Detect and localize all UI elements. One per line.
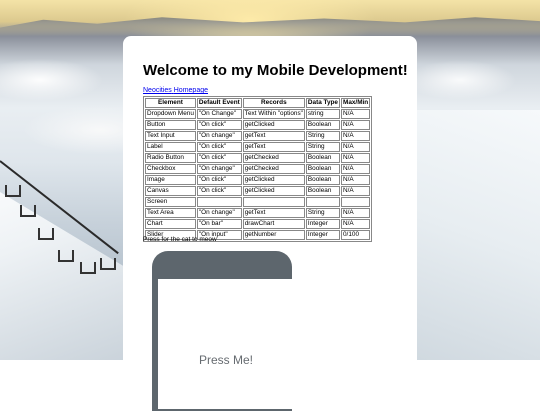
table-cell: getClicked	[242, 186, 305, 196]
table-cell: getClicked	[242, 120, 305, 130]
table-row: Label "On click" getText String N/A	[145, 142, 371, 152]
link-part-homepage[interactable]: Homepage	[174, 87, 208, 94]
table-cell: Button	[145, 120, 196, 130]
table-row: Radio Button "On click" getChecked Boolean N…	[145, 153, 371, 163]
table-cell: N/A	[341, 175, 371, 185]
table-cell: getChecked	[242, 164, 305, 174]
table-cell: Chart	[145, 219, 196, 229]
table-cell: getText	[242, 142, 305, 152]
link-part-neocities[interactable]: Neocities	[143, 87, 172, 94]
table-cell: "On change"	[196, 131, 242, 141]
ski-lift-chair	[5, 185, 21, 197]
table-cell: Boolean	[305, 164, 340, 174]
table-cell: "On Change"	[196, 109, 242, 119]
table-row: Canvas "On click" getClicked Boolean N/A	[145, 186, 371, 196]
table-cell: N/A	[341, 219, 371, 229]
table-cell: "On click"	[196, 120, 242, 130]
table-cell: N/A	[341, 131, 371, 141]
ski-lift-chair	[38, 228, 54, 240]
table-cell: N/A	[341, 164, 371, 174]
table-row: Text Input "On change" getText String N/A	[145, 131, 371, 141]
table-cell: Image	[145, 175, 196, 185]
table-row: Checkbox "On change" getChecked Boolean N/A	[145, 164, 371, 174]
table-cell: String	[305, 131, 340, 141]
table-cell: Canvas	[145, 186, 196, 196]
table-row: Image "On click" getClicked Boolean N/A	[145, 175, 371, 185]
table-cell: "On bar"	[196, 219, 242, 229]
table-cell: Boolean	[305, 186, 340, 196]
table-row: Screen	[145, 197, 371, 207]
column-header: Data Type	[305, 98, 340, 108]
table-cell: Boolean	[305, 153, 340, 163]
table-header-row: Element Default Event Records Data Type …	[145, 98, 371, 108]
table-cell: N/A	[341, 109, 371, 119]
neocities-homepage-link[interactable]: Neocities Homepage	[143, 87, 208, 94]
table-cell: String	[305, 208, 340, 218]
table-cell: "On change"	[196, 164, 242, 174]
table-row: Button "On click" getClicked Boolean N/A	[145, 120, 371, 130]
table-cell: Checkbox	[145, 164, 196, 174]
table-cell: Boolean	[305, 120, 340, 130]
table-cell: N/A	[341, 208, 371, 218]
table-cell: Text Within "options"	[242, 109, 305, 119]
table-cell: getText	[242, 208, 305, 218]
table-cell: "On change"	[196, 208, 242, 218]
table-cell	[341, 197, 371, 207]
table-cell: Screen	[145, 197, 196, 207]
cat-caption: Press for the cat to meow	[143, 236, 217, 243]
table-cell	[196, 197, 242, 207]
table-cell: Boolean	[305, 175, 340, 185]
table-row: Chart "On bar" drawChart Integer N/A	[145, 219, 371, 229]
table-cell: getClicked	[242, 175, 305, 185]
page-title: Welcome to my Mobile Development!	[143, 62, 408, 79]
table-row: Dropdown Menu "On Change" Text Within "opt…	[145, 109, 371, 119]
table-cell: N/A	[341, 186, 371, 196]
table-cell	[305, 197, 340, 207]
column-header: Default Event	[196, 98, 242, 108]
table-row: Text Area "On change" getText String N/A	[145, 208, 371, 218]
ski-lift-chair	[100, 258, 116, 270]
table-cell: N/A	[341, 142, 371, 152]
table-cell: getChecked	[242, 153, 305, 163]
ski-lift-chair	[20, 205, 36, 217]
table-cell: drawChart	[242, 219, 305, 229]
table-cell: Label	[145, 142, 196, 152]
table-cell: "On click"	[196, 142, 242, 152]
table-cell: string	[305, 109, 340, 119]
ski-lift-chair	[80, 262, 96, 274]
table-cell	[242, 197, 305, 207]
table-cell: "On click"	[196, 186, 242, 196]
table-cell: N/A	[341, 153, 371, 163]
table-cell: 0/100	[341, 230, 371, 240]
table-cell: getNumber	[242, 230, 305, 240]
ski-lift-chair	[58, 250, 74, 262]
table-cell: Integer	[305, 219, 340, 229]
snow-slope-right	[400, 110, 540, 360]
table-cell: N/A	[341, 120, 371, 130]
column-header: Records	[242, 98, 305, 108]
table-cell: "On click"	[196, 175, 242, 185]
table-cell: String	[305, 142, 340, 152]
column-header: Max/Min	[341, 98, 371, 108]
table-cell: Dropdown Menu	[145, 109, 196, 119]
events-table: Element Default Event Records Data Type …	[143, 96, 373, 242]
table-cell: Integer	[305, 230, 340, 240]
table-cell: Text Area	[145, 208, 196, 218]
table-cell: getText	[242, 131, 305, 141]
column-header: Element	[145, 98, 196, 108]
table-cell: "On click"	[196, 153, 242, 163]
table-cell: Text Input	[145, 131, 196, 141]
cat-button-face[interactable]	[158, 279, 292, 409]
table-cell: Radio Button	[145, 153, 196, 163]
press-me-button-label[interactable]: Press Me!	[199, 353, 253, 367]
